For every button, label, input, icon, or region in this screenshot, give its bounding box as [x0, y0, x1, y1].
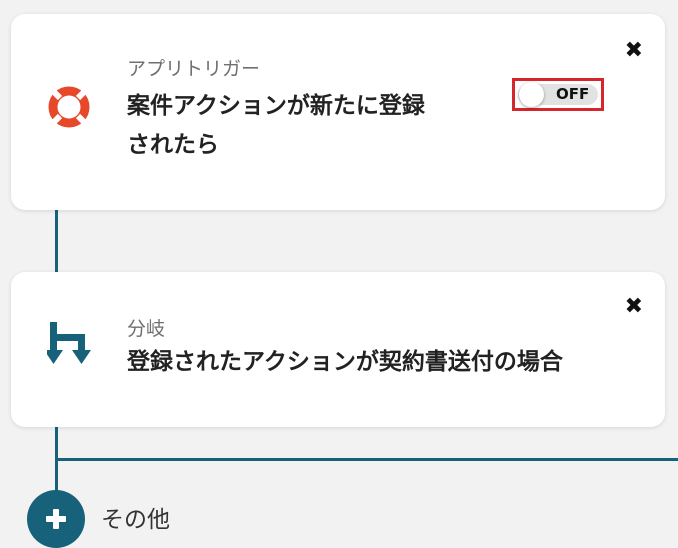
trigger-card[interactable]: ✖ アプリトリガー 案件アクションが新たに登録されたら OFF: [11, 14, 665, 210]
toggle-track: OFF: [518, 82, 598, 107]
trigger-title: 案件アクションが新たに登録されたら: [127, 93, 425, 158]
trigger-toggle[interactable]: OFF: [512, 78, 604, 111]
branch-card[interactable]: ✖ 分岐 登録されたアクションが契約書送付の場合: [11, 272, 665, 427]
add-step-button[interactable]: [27, 490, 85, 548]
branch-title: 登録されたアクションが契約書送付の場合: [127, 349, 563, 375]
branch-connector-line: [55, 458, 678, 461]
branch-icon: [44, 320, 95, 370]
lifebuoy-icon: [47, 85, 91, 129]
close-icon[interactable]: ✖: [625, 40, 643, 62]
trigger-type-label: アプリトリガー: [127, 58, 261, 80]
branch-type-label: 分岐: [127, 318, 166, 340]
close-icon[interactable]: ✖: [625, 296, 643, 318]
other-label[interactable]: その他: [101, 500, 170, 534]
toggle-knob: [519, 82, 544, 107]
toggle-state-text: OFF: [556, 85, 590, 103]
